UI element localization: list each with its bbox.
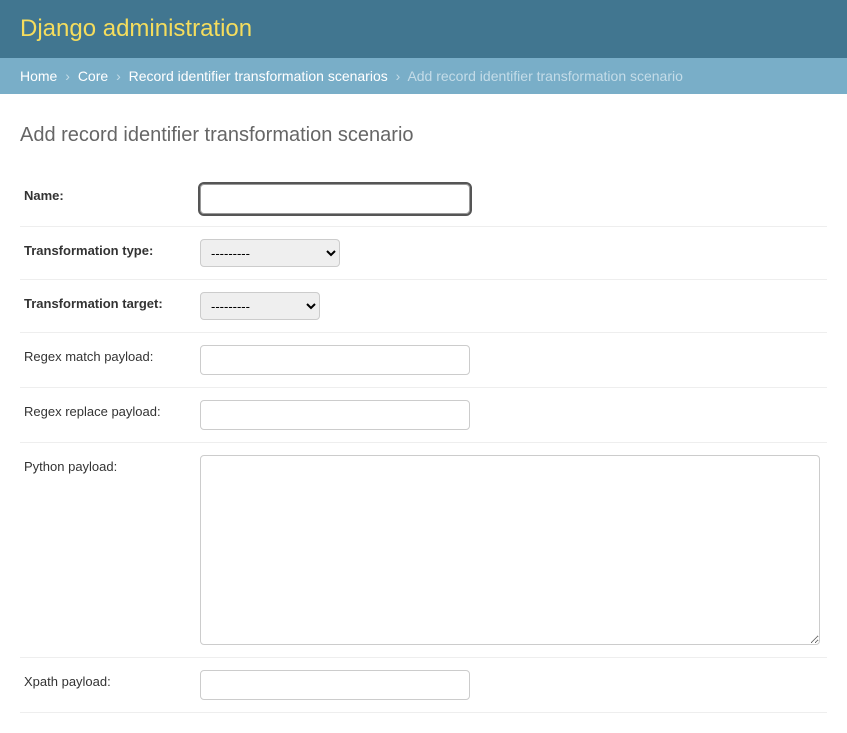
transformation-target-label: Transformation target: <box>20 292 200 311</box>
regex-replace-label: Regex replace payload: <box>20 400 200 419</box>
form-row-regex-match: Regex match payload: <box>20 333 827 388</box>
form-row-python-payload: Python payload: <box>20 443 827 658</box>
form-row-name: Name: <box>20 172 827 227</box>
xpath-payload-label: Xpath payload: <box>20 670 200 689</box>
breadcrumb-separator: › <box>65 68 70 84</box>
xpath-payload-input[interactable] <box>200 670 470 700</box>
regex-replace-input[interactable] <box>200 400 470 430</box>
content-main: Add record identifier transformation sce… <box>0 94 847 733</box>
breadcrumb-current: Add record identifier transformation sce… <box>407 68 682 84</box>
python-payload-textarea[interactable] <box>200 455 820 645</box>
regex-match-input[interactable] <box>200 345 470 375</box>
breadcrumb-model[interactable]: Record identifier transformation scenari… <box>129 68 388 84</box>
site-title: Django administration <box>20 15 827 43</box>
breadcrumb-separator: › <box>116 68 121 84</box>
form-row-regex-replace: Regex replace payload: <box>20 388 827 443</box>
page-title: Add record identifier transformation sce… <box>20 124 827 147</box>
form-row-transformation-target: Transformation target: --------- <box>20 280 827 333</box>
breadcrumb-app[interactable]: Core <box>78 68 108 84</box>
regex-match-label: Regex match payload: <box>20 345 200 364</box>
form-row-xpath-payload: Xpath payload: <box>20 658 827 713</box>
site-header: Django administration <box>0 0 847 58</box>
breadcrumb-home[interactable]: Home <box>20 68 57 84</box>
breadcrumb-separator: › <box>396 68 401 84</box>
python-payload-label: Python payload: <box>20 455 200 474</box>
name-input[interactable] <box>200 184 470 214</box>
breadcrumbs: Home › Core › Record identifier transfor… <box>0 58 847 94</box>
transformation-target-select[interactable]: --------- <box>200 292 320 320</box>
transformation-type-label: Transformation type: <box>20 239 200 258</box>
form-row-transformation-type: Transformation type: --------- <box>20 227 827 280</box>
transformation-type-select[interactable]: --------- <box>200 239 340 267</box>
name-label: Name: <box>20 184 200 203</box>
